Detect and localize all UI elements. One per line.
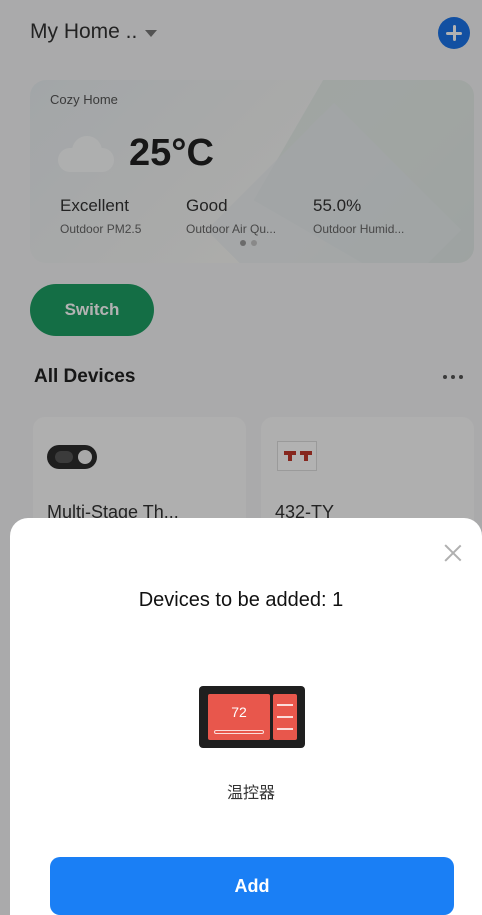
thermostat-device-image: 72: [199, 686, 305, 748]
device-label: 温控器: [226, 783, 275, 802]
close-icon[interactable]: [443, 543, 463, 563]
device-screen-value: 72: [231, 704, 247, 720]
add-button[interactable]: Add: [50, 857, 454, 915]
sheet-title: Devices to be added: 1: [138, 589, 344, 611]
